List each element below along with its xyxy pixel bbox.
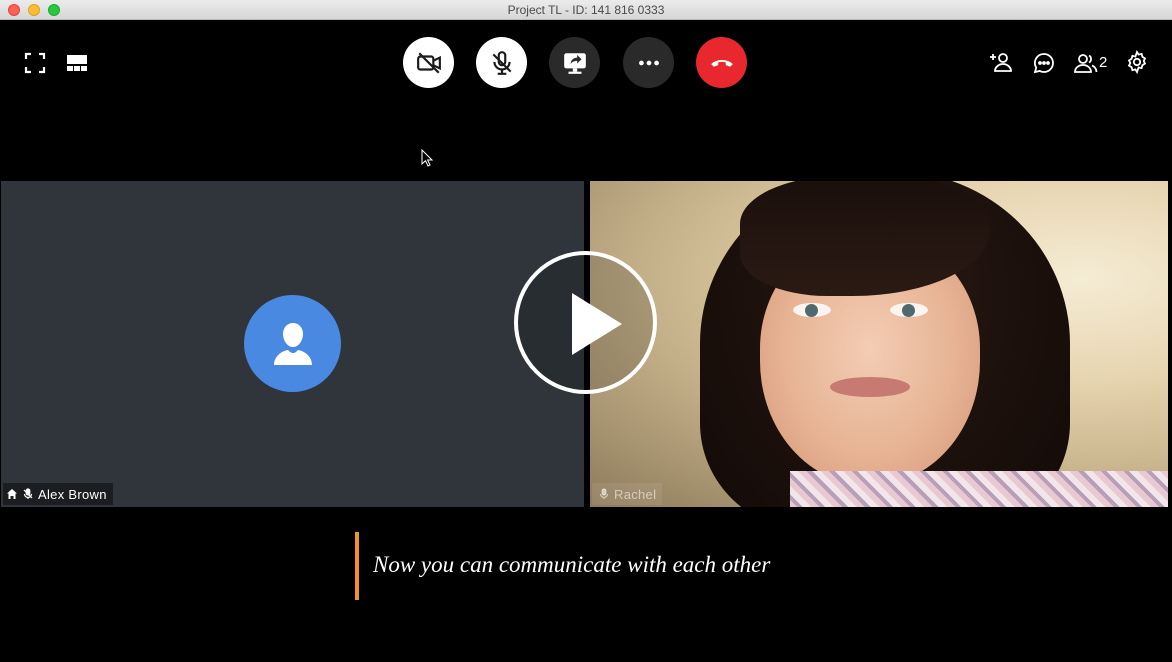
screen-share-icon bbox=[563, 52, 586, 74]
caption-text: Now you can communicate with each other bbox=[373, 552, 771, 577]
participant-name-tag: Rachel bbox=[592, 483, 663, 505]
more-dots-icon bbox=[638, 60, 659, 65]
hang-up-icon bbox=[710, 59, 733, 67]
mic-off-icon bbox=[23, 488, 33, 499]
caption-accent-bar bbox=[355, 532, 359, 600]
chat-icon[interactable] bbox=[1032, 51, 1056, 75]
window-titlebar: Project TL - ID: 141 816 0333 bbox=[0, 0, 1172, 20]
gear-icon[interactable] bbox=[1125, 50, 1149, 74]
participant-tile-rachel[interactable]: Rachel bbox=[590, 181, 1168, 507]
more-button[interactable] bbox=[623, 37, 674, 88]
play-icon bbox=[572, 293, 622, 355]
avatar bbox=[244, 295, 341, 392]
video-off-icon bbox=[416, 51, 441, 74]
participant-tile-alex[interactable]: Alex Brown bbox=[1, 181, 584, 507]
share-screen-button[interactable] bbox=[549, 37, 600, 88]
window-title: Project TL - ID: 141 816 0333 bbox=[507, 3, 665, 17]
participant-name-tag: Alex Brown bbox=[3, 483, 113, 505]
mic-off-icon bbox=[492, 50, 511, 75]
participants-count: 2 bbox=[1099, 54, 1108, 71]
play-button[interactable] bbox=[514, 251, 657, 394]
gallery-layout-icon[interactable] bbox=[65, 51, 89, 75]
add-person-icon[interactable] bbox=[989, 50, 1013, 74]
participant-name: Rachel bbox=[614, 486, 657, 502]
user-silhouette-icon bbox=[273, 322, 312, 365]
fullscreen-icon[interactable] bbox=[23, 51, 47, 75]
mic-toggle-button[interactable] bbox=[476, 37, 527, 88]
mouse-cursor bbox=[421, 149, 433, 167]
mic-off-icon bbox=[599, 488, 609, 499]
participants-icon[interactable] bbox=[1074, 51, 1098, 75]
participant-name: Alex Brown bbox=[38, 486, 107, 502]
host-home-icon bbox=[7, 489, 17, 499]
end-call-button[interactable] bbox=[696, 37, 747, 88]
camera-toggle-button[interactable] bbox=[403, 37, 454, 88]
